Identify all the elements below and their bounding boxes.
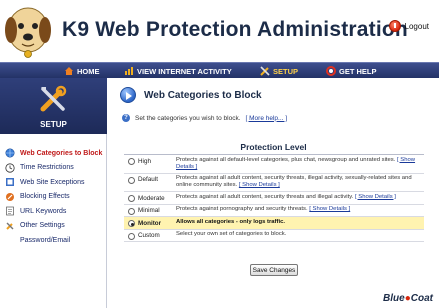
- clock-icon: [5, 163, 15, 173]
- protection-level-heading: Protection Level: [240, 142, 307, 152]
- radio-monitor[interactable]: [128, 220, 135, 228]
- level-description: Protects against pornography and securit…: [176, 206, 424, 213]
- level-description: Protects against all default-level categ…: [176, 157, 424, 172]
- level-option[interactable]: Custom: [124, 231, 176, 240]
- sidebar-item-web-categories[interactable]: Web Categories to Block: [0, 146, 107, 161]
- sidebar-item-label: Web Site Exceptions: [20, 178, 85, 186]
- level-desc-text: Protects against all adult content, secu…: [176, 175, 412, 189]
- bluecoat-logo: Blue●Coat: [383, 293, 433, 304]
- nav-view-internet-activity[interactable]: VIEW INTERNET ACTIVITY: [124, 66, 232, 76]
- radio-high[interactable]: [128, 158, 135, 165]
- level-row-custom: Custom Select your own set of categories…: [124, 230, 424, 243]
- level-name: Monitor: [138, 219, 162, 227]
- radio-default[interactable]: [128, 176, 135, 184]
- level-option[interactable]: High: [124, 157, 176, 165]
- logout-label: Logout: [404, 21, 429, 31]
- show-details-link[interactable]: [ Show Details ]: [309, 206, 350, 212]
- sidebar-item-web-site-exceptions[interactable]: Web Site Exceptions: [0, 175, 107, 190]
- home-icon: [65, 67, 73, 75]
- level-row-monitor: Monitor Allows all categories - only log…: [124, 217, 424, 230]
- sidebar-item-label: Blocking Effects: [20, 193, 70, 201]
- exceptions-icon: [6, 178, 14, 187]
- level-option[interactable]: Monitor: [124, 219, 176, 228]
- setup-label: SETUP: [40, 120, 67, 129]
- level-description: Protects against all adult content, secu…: [176, 175, 424, 190]
- setup-section-header: SETUP: [0, 78, 107, 134]
- nav-home[interactable]: HOME: [64, 66, 100, 76]
- nav-help-label: GET HELP: [339, 66, 377, 76]
- power-icon: [388, 20, 401, 32]
- page-title: Web Categories to Block: [144, 90, 262, 101]
- sidebar-item-password-email[interactable]: Password/Email: [0, 233, 107, 248]
- level-option[interactable]: Default: [124, 175, 176, 184]
- level-row-high: High Protects against all default-level …: [124, 155, 424, 174]
- nav-setup-label: SETUP: [273, 66, 299, 76]
- question-icon: ?: [122, 114, 130, 122]
- level-row-default: Default Protects against all adult conte…: [124, 174, 424, 193]
- level-row-moderate: Moderate Protects against all adult cont…: [124, 192, 424, 205]
- sidebar-item-label: Password/Email: [20, 236, 71, 244]
- activity-icon: [125, 67, 133, 75]
- sidebar-item-label: URL Keywords: [20, 207, 67, 215]
- radio-minimal[interactable]: [128, 207, 135, 215]
- show-details-link[interactable]: [ Show Details ]: [239, 182, 280, 188]
- nav-home-label: HOME: [77, 66, 100, 76]
- globe-icon: [5, 148, 15, 158]
- level-description: Protects against all adult content, secu…: [176, 194, 424, 201]
- app-title: K9 Web Protection Administration: [62, 18, 408, 41]
- radio-custom[interactable]: [128, 232, 135, 240]
- level-name: High: [138, 157, 151, 165]
- sidebar-menu: Web Categories to Block Time Restriction…: [0, 146, 107, 248]
- sidebar: SETUP Web Categories to Block Time Restr…: [0, 78, 107, 308]
- sidebar-item-url-keywords[interactable]: URL Keywords: [0, 204, 107, 219]
- sidebar-item-label: Web Categories to Block: [20, 149, 103, 157]
- top-nav: HOME VIEW INTERNET ACTIVITY SETUP GET HE…: [0, 62, 439, 78]
- level-row-minimal: Minimal Protects against pornography and…: [124, 205, 424, 218]
- save-changes-button[interactable]: Save Changes: [250, 264, 298, 276]
- help-text: Set the categories you wish to block.: [135, 114, 241, 122]
- level-option[interactable]: Moderate: [124, 194, 176, 203]
- blank-icon: [5, 235, 15, 245]
- sidebar-item-label: Time Restrictions: [20, 164, 74, 172]
- level-option[interactable]: Minimal: [124, 206, 176, 215]
- level-desc-text: Allows all categories - only logs traffi…: [176, 218, 286, 225]
- protection-level-list: High Protects against all default-level …: [124, 154, 424, 243]
- blocking-effects-icon: [6, 192, 14, 201]
- show-details-link[interactable]: [ Show Details ]: [355, 194, 396, 200]
- app-header: K9 Web Protection Administration Logout: [0, 0, 439, 62]
- help-line: ? Set the categories you wish to block. …: [122, 114, 287, 122]
- nav-activity-label: VIEW INTERNET ACTIVITY: [137, 66, 232, 76]
- level-desc-text: Protects against all default-level categ…: [176, 156, 396, 163]
- radio-moderate[interactable]: [128, 195, 135, 203]
- level-name: Custom: [138, 232, 160, 240]
- level-description: Allows all categories - only logs traffi…: [176, 219, 424, 226]
- sidebar-item-time-restrictions[interactable]: Time Restrictions: [0, 161, 107, 176]
- more-help-link[interactable]: [ More help... ]: [246, 115, 288, 122]
- k9-dog-logo: [5, 7, 51, 58]
- settings-icon: [6, 222, 14, 230]
- sidebar-item-blocking-effects[interactable]: Blocking Effects: [0, 190, 107, 205]
- logout-button[interactable]: Logout: [388, 20, 429, 32]
- arrow-circle-icon: [120, 87, 136, 103]
- nav-get-help[interactable]: GET HELP: [326, 66, 377, 76]
- level-name: Moderate: [138, 194, 165, 202]
- setup-tools-icon: [40, 85, 67, 112]
- tools-icon: [260, 66, 270, 76]
- help-icon: [326, 66, 336, 76]
- level-name: Default: [138, 176, 158, 184]
- main-content: Web Categories to Block ? Set the catego…: [108, 78, 439, 308]
- level-desc-text: Protects against all adult content, secu…: [176, 193, 354, 200]
- sidebar-item-other-settings[interactable]: Other Settings: [0, 219, 107, 234]
- nav-setup[interactable]: SETUP: [260, 66, 298, 76]
- level-desc-text: Select your own set of categories to blo…: [176, 231, 287, 238]
- sidebar-item-label: Other Settings: [20, 222, 65, 230]
- keywords-icon: [6, 206, 14, 216]
- level-description: Select your own set of categories to blo…: [176, 231, 424, 238]
- level-name: Minimal: [138, 207, 160, 215]
- level-desc-text: Protects against pornography and securit…: [176, 206, 308, 213]
